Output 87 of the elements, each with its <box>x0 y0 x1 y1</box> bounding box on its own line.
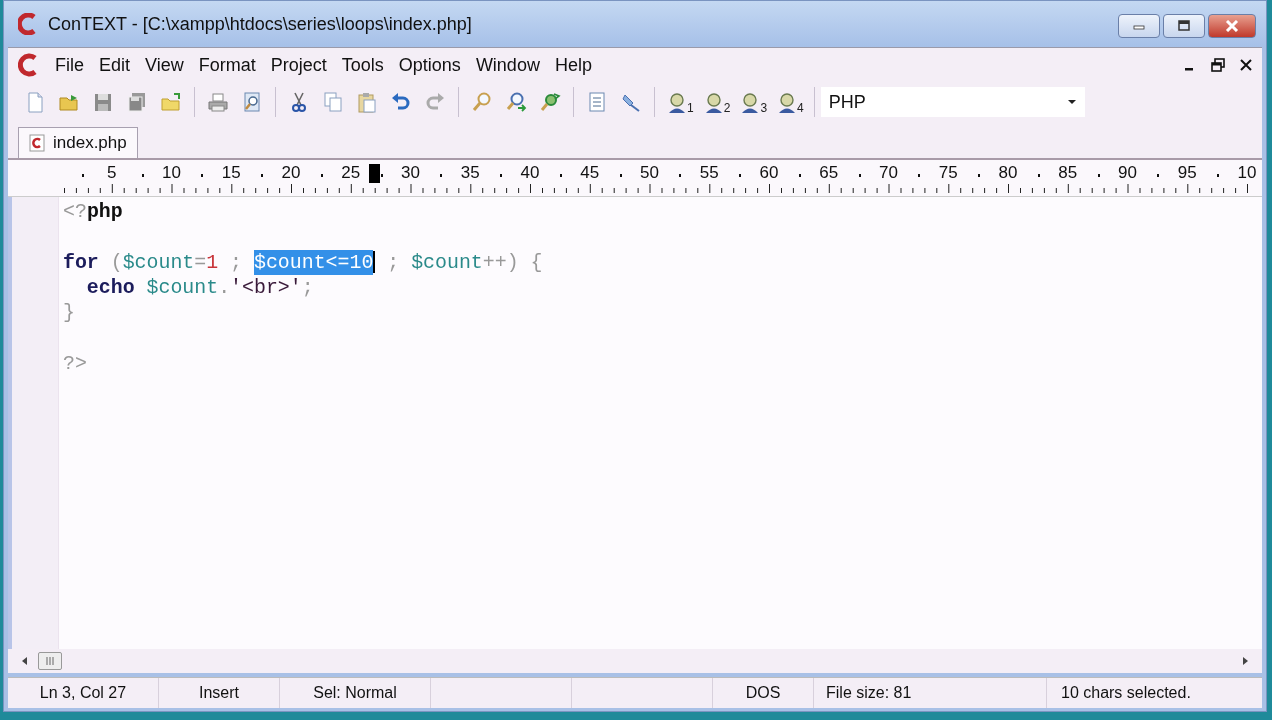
code-text: ++) { <box>482 249 543 275</box>
ruler-number: 10 <box>1236 163 1258 183</box>
code-text: ?> <box>63 350 87 377</box>
ruler-number: 5 <box>106 163 118 183</box>
copy-icon[interactable] <box>322 91 344 113</box>
user-button[interactable]: 4 <box>777 90 804 114</box>
find-next-icon[interactable] <box>505 91 527 113</box>
menu-item[interactable]: File <box>48 54 92 76</box>
menu-item[interactable]: Options <box>391 54 469 76</box>
ruler-number: 75 <box>937 163 959 183</box>
folder-icon[interactable] <box>160 91 182 113</box>
menu-item[interactable]: Tools <box>334 54 392 76</box>
status-text: File size: 81 <box>826 684 912 702</box>
menu-item[interactable]: Format <box>191 54 264 76</box>
code-text: 1 <box>206 249 219 275</box>
ruler-cursor-marker <box>368 164 380 183</box>
save-icon[interactable] <box>92 91 114 113</box>
code-text: ; <box>229 249 244 275</box>
document-list-icon[interactable] <box>586 91 608 113</box>
ruler-number: 55 <box>698 163 720 183</box>
code-text: $count <box>411 249 483 275</box>
ruler-number: 30 <box>400 163 421 183</box>
save-all-icon[interactable] <box>126 91 148 113</box>
ruler-number: 40 <box>519 163 541 183</box>
menu-item[interactable]: View <box>138 54 192 76</box>
user-button[interactable]: 2 <box>703 90 731 114</box>
code-text: ( <box>109 249 123 275</box>
undo-icon[interactable] <box>390 91 412 113</box>
ruler-number: 70 <box>878 163 899 183</box>
status-text: Insert <box>199 684 239 702</box>
code-text: = <box>194 249 207 275</box>
menu-item[interactable]: Project <box>263 54 335 76</box>
print-preview-icon[interactable] <box>241 91 263 113</box>
scroll-right-arrow-icon[interactable] <box>1240 656 1250 666</box>
code-text: . <box>218 274 231 301</box>
ruler-number: 10 <box>161 163 182 183</box>
ruler-number: 35 <box>459 163 481 183</box>
code-text: $count <box>146 274 219 301</box>
code-text: php <box>86 199 123 225</box>
ruler-number: 60 <box>758 163 780 183</box>
language-dropdown[interactable]: PHP <box>820 87 1085 117</box>
menu-item[interactable]: Window <box>468 54 548 76</box>
user-button[interactable]: 3 <box>740 90 768 114</box>
paste-icon[interactable] <box>356 91 378 113</box>
status-text: DOS <box>745 684 781 702</box>
scroll-thumb[interactable] <box>38 652 62 670</box>
code-text: <? <box>63 199 87 225</box>
redo-icon[interactable] <box>424 91 446 113</box>
ruler-number: 25 <box>340 163 362 183</box>
code-text: } <box>63 300 75 326</box>
restore-icon[interactable] <box>1210 57 1226 73</box>
maximize-button[interactable] <box>1163 14 1205 38</box>
ruler-number: 90 <box>1117 163 1138 183</box>
menu-item[interactable]: Help <box>547 54 600 76</box>
status-text: 10 chars selected. <box>1061 684 1191 702</box>
replace-icon[interactable] <box>539 91 561 113</box>
minimize-button[interactable] <box>1118 14 1160 38</box>
code-text: ; <box>386 249 401 275</box>
status-text: Ln 3, Col 27 <box>39 684 127 702</box>
close-button[interactable] <box>1208 14 1256 38</box>
code-text: echo <box>86 274 135 301</box>
code-text: '<br>' <box>230 274 302 301</box>
selected-code-text: $count<=10 <box>254 249 374 275</box>
user-button[interactable]: 1 <box>667 90 694 114</box>
ruler-number: 15 <box>220 163 242 183</box>
maximize-icon <box>1177 20 1191 32</box>
search-icon[interactable] <box>471 91 493 113</box>
code-text: ; <box>301 274 314 301</box>
ruler-number: 20 <box>280 163 302 183</box>
menu-item[interactable]: Edit <box>92 54 139 76</box>
ruler-number: 45 <box>579 163 601 183</box>
scroll-left-arrow-icon[interactable] <box>20 656 30 666</box>
ruler-number: 95 <box>1176 163 1198 183</box>
ruler-number: 85 <box>1057 163 1079 183</box>
close-icon <box>1225 20 1239 32</box>
code-text: $count <box>122 249 195 275</box>
file-icon <box>29 134 45 152</box>
ruler-number: 65 <box>818 163 840 183</box>
printer-icon[interactable] <box>207 91 229 113</box>
status-text: Sel: Normal <box>313 684 397 702</box>
close-icon[interactable] <box>1238 57 1254 73</box>
code-text: for <box>63 249 99 275</box>
window-title: ConTEXT - [C:\xampp\htdocs\series\loops\index.php] <box>48 13 472 35</box>
ruler-number: 50 <box>639 163 660 183</box>
ruler-number: 80 <box>997 163 1019 183</box>
file-tab[interactable]: index.php <box>18 127 138 158</box>
dropdown-caret-icon <box>1066 99 1077 105</box>
